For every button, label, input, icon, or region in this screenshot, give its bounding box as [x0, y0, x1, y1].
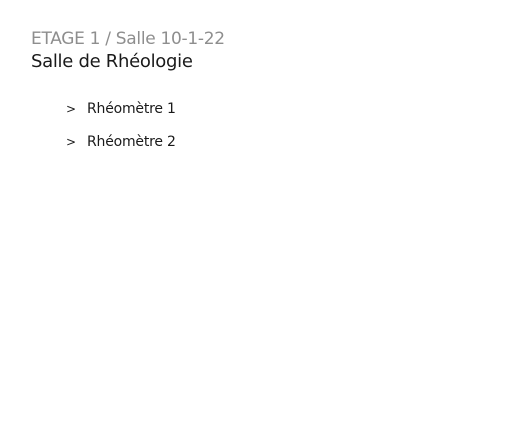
page-header: ETAGE 1 / Salle 10-1-22 Salle de Rhéolog… — [31, 28, 225, 74]
chevron-right-icon: > — [66, 135, 77, 149]
location-breadcrumb: ETAGE 1 / Salle 10-1-22 — [31, 29, 225, 49]
list-item-rheometre-1[interactable]: > Rhéomètre 1 — [66, 98, 176, 120]
page-title: Salle de Rhéologie — [31, 51, 193, 72]
device-label[interactable]: Rhéomètre 2 — [87, 134, 176, 150]
list-item-rheometre-2[interactable]: > Rhéomètre 2 — [66, 131, 176, 153]
device-label[interactable]: Rhéomètre 1 — [87, 101, 176, 117]
device-list: > Rhéomètre 1 > Rhéomètre 2 — [66, 98, 176, 164]
chevron-right-icon: > — [66, 102, 77, 116]
